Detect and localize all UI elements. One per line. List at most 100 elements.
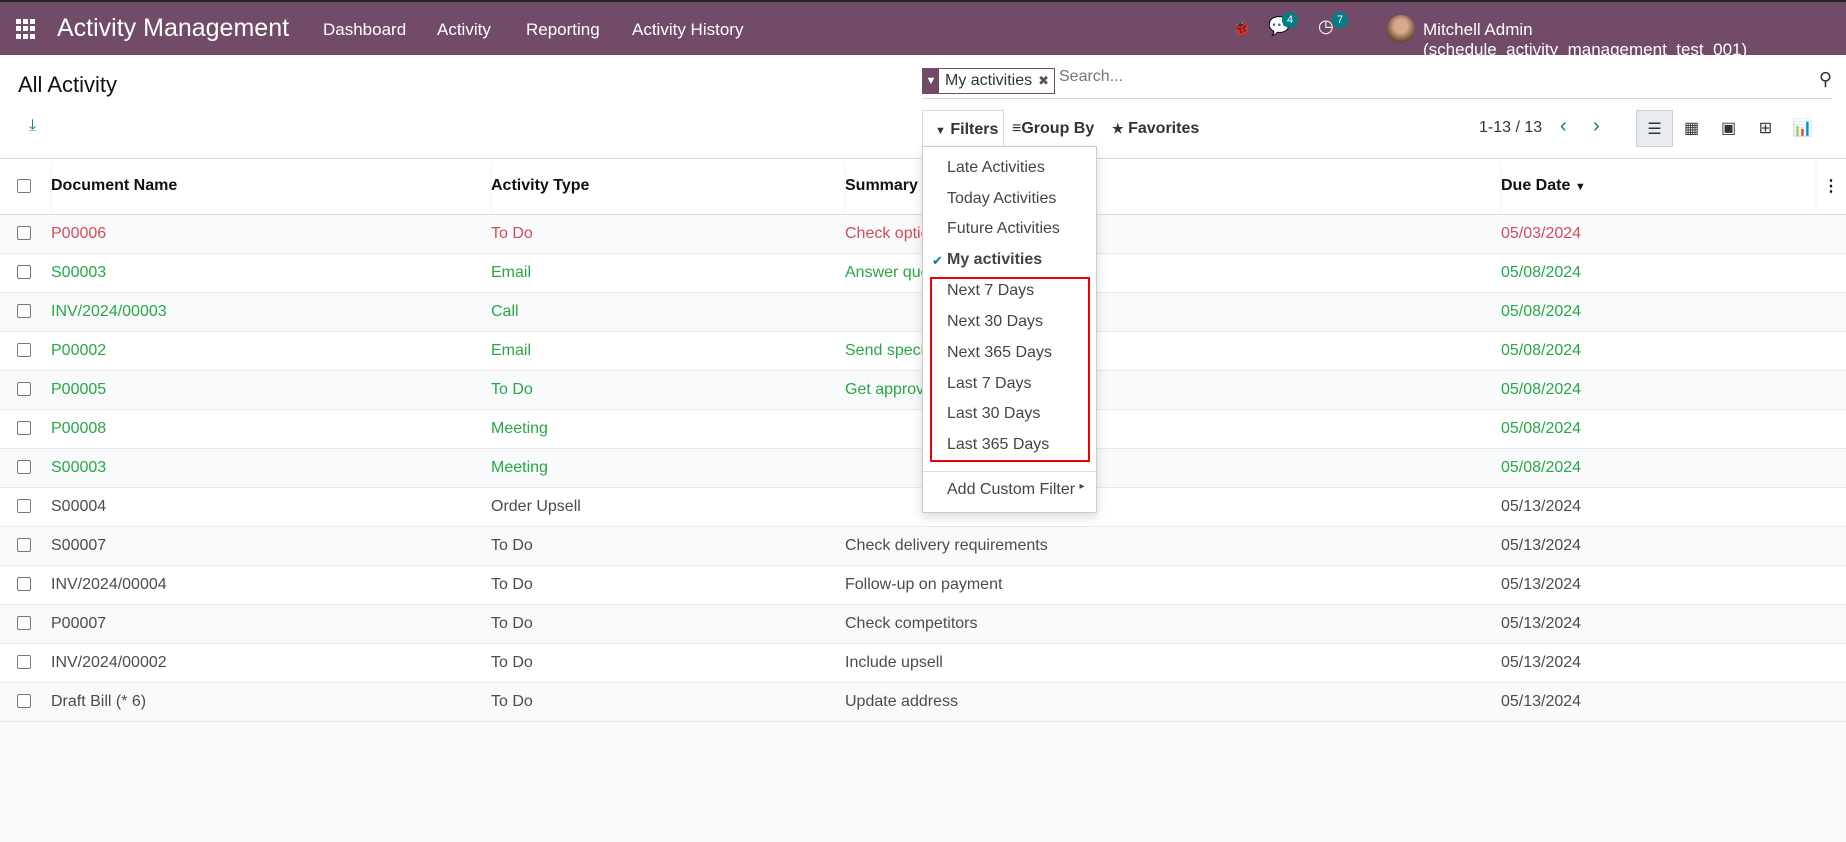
cell-activity-type[interactable]: Meeting — [491, 409, 845, 449]
cell-document-name[interactable]: P00006 — [51, 214, 491, 254]
filter-option[interactable]: Future Activities — [947, 220, 1060, 238]
cell-due-date[interactable]: 05/08/2024 — [1501, 331, 1816, 371]
favorites-button[interactable]: ★ Favorites — [1112, 110, 1199, 147]
app-title[interactable]: Activity Management — [57, 14, 289, 43]
add-custom-filter[interactable]: Add Custom Filter ▸ — [947, 481, 1085, 499]
calendar-view-icon[interactable]: ▦ — [1673, 110, 1710, 147]
cell-due-date[interactable]: 05/08/2024 — [1501, 448, 1816, 488]
cell-due-date[interactable]: 05/13/2024 — [1501, 682, 1816, 722]
messages-icon[interactable]: 💬 4 — [1268, 12, 1299, 37]
cell-activity-type[interactable]: To Do — [491, 682, 845, 722]
search-input[interactable] — [1059, 68, 1659, 86]
avatar[interactable] — [1387, 15, 1415, 43]
column-due-date[interactable]: Due Date ▼ — [1501, 159, 1816, 215]
cell-activity-type[interactable]: To Do — [491, 604, 845, 644]
cell-document-name[interactable]: S00007 — [51, 526, 491, 566]
row-checkbox[interactable] — [17, 616, 31, 631]
cell-summary[interactable]: Include upsell — [845, 643, 1501, 683]
cell-document-name[interactable]: S00003 — [51, 253, 491, 293]
pivot-view-icon[interactable]: ⊞ — [1747, 110, 1784, 147]
row-checkbox[interactable] — [17, 460, 31, 475]
select-all-checkbox[interactable] — [17, 179, 31, 194]
table-row[interactable]: Draft Bill (* 6) To Do Update address 05… — [0, 682, 1846, 722]
cell-summary[interactable]: Follow-up on payment — [845, 565, 1501, 605]
download-icon[interactable]: ⤓ — [29, 117, 36, 135]
cell-due-date[interactable]: 05/13/2024 — [1501, 526, 1816, 566]
cell-due-date[interactable]: 05/08/2024 — [1501, 253, 1816, 293]
row-checkbox[interactable] — [17, 382, 31, 397]
row-checkbox[interactable] — [17, 265, 31, 280]
cell-document-name[interactable]: S00003 — [51, 448, 491, 488]
cell-document-name[interactable]: INV/2024/00002 — [51, 643, 491, 683]
table-row[interactable]: INV/2024/00004 To Do Follow-up on paymen… — [0, 565, 1846, 605]
cell-document-name[interactable]: P00005 — [51, 370, 491, 410]
search-icon[interactable]: ⚲ — [1819, 69, 1832, 90]
table-row[interactable]: INV/2024/00002 To Do Include upsell 05/1… — [0, 643, 1846, 683]
menu-reporting[interactable]: Reporting — [526, 20, 600, 40]
cell-activity-type[interactable]: Call — [491, 292, 845, 332]
menu-activity[interactable]: Activity — [437, 20, 491, 40]
cell-document-name[interactable]: INV/2024/00003 — [51, 292, 491, 332]
cell-activity-type[interactable]: To Do — [491, 214, 845, 254]
star-icon: ★ — [1112, 121, 1124, 136]
filter-option[interactable]: Today Activities — [947, 190, 1056, 208]
pager-previous-icon[interactable]: ‹ — [1560, 115, 1567, 138]
column-document-name[interactable]: Document Name — [51, 159, 491, 215]
cell-document-name[interactable]: P00007 — [51, 604, 491, 644]
cell-due-date[interactable]: 05/08/2024 — [1501, 292, 1816, 332]
cell-due-date[interactable]: 05/13/2024 — [1501, 565, 1816, 605]
cell-document-name[interactable]: S00004 — [51, 487, 491, 527]
row-checkbox[interactable] — [17, 421, 31, 436]
cell-document-name[interactable]: INV/2024/00004 — [51, 565, 491, 605]
row-checkbox[interactable] — [17, 577, 31, 592]
cell-activity-type[interactable]: Meeting — [491, 448, 845, 488]
kanban-view-icon[interactable]: ▣ — [1710, 110, 1747, 147]
graph-view-icon[interactable]: 📊 — [1784, 110, 1821, 147]
cell-due-date[interactable]: 05/13/2024 — [1501, 487, 1816, 527]
filter-option[interactable]: Late Activities — [947, 159, 1045, 177]
user-menu[interactable]: Mitchell Admin (schedule_activity_manage… — [1423, 20, 1846, 60]
row-checkbox[interactable] — [17, 499, 31, 514]
row-checkbox[interactable] — [17, 304, 31, 319]
cell-activity-type[interactable]: Email — [491, 331, 845, 371]
cell-activity-type[interactable]: To Do — [491, 565, 845, 605]
row-checkbox[interactable] — [17, 226, 31, 241]
cell-document-name[interactable]: Draft Bill (* 6) — [51, 682, 491, 722]
cell-document-name[interactable]: P00002 — [51, 331, 491, 371]
row-checkbox[interactable] — [17, 694, 31, 709]
cell-due-date[interactable]: 05/13/2024 — [1501, 643, 1816, 683]
cell-activity-type[interactable]: Email — [491, 253, 845, 293]
cell-summary[interactable]: Check competitors — [845, 604, 1501, 644]
group-by-button[interactable]: ≡Group By — [1012, 110, 1094, 147]
cell-summary[interactable]: Update address — [845, 682, 1501, 722]
cell-activity-type[interactable]: To Do — [491, 643, 845, 683]
cell-due-date[interactable]: 05/03/2024 — [1501, 214, 1816, 254]
filter-option[interactable]: My activities — [947, 251, 1042, 269]
add-custom-filter-label: Add Custom Filter — [947, 481, 1076, 498]
cell-activity-type[interactable]: To Do — [491, 370, 845, 410]
cell-due-date[interactable]: 05/13/2024 — [1501, 604, 1816, 644]
optional-columns-icon[interactable]: ⋮ — [1816, 159, 1846, 215]
table-row[interactable]: P00007 To Do Check competitors 05/13/202… — [0, 604, 1846, 644]
pager-next-icon[interactable]: › — [1593, 115, 1600, 138]
cell-activity-type[interactable]: To Do — [491, 526, 845, 566]
cell-document-name[interactable]: P00008 — [51, 409, 491, 449]
debug-bug-icon[interactable]: 🐞 — [1232, 19, 1251, 37]
row-checkbox[interactable] — [17, 343, 31, 358]
cell-summary[interactable]: Check delivery requirements — [845, 526, 1501, 566]
filters-button[interactable]: ▼ Filters — [922, 110, 1004, 148]
cell-activity-type[interactable]: Order Upsell — [491, 487, 845, 527]
row-checkbox[interactable] — [17, 538, 31, 553]
menu-activity-history[interactable]: Activity History — [632, 20, 743, 40]
table-row[interactable]: S00007 To Do Check delivery requirements… — [0, 526, 1846, 566]
apps-menu-icon[interactable] — [16, 19, 36, 39]
list-view-icon[interactable]: ☰ — [1636, 110, 1673, 147]
menu-dashboard[interactable]: Dashboard — [323, 20, 406, 40]
row-checkbox[interactable] — [17, 655, 31, 670]
cell-due-date[interactable]: 05/08/2024 — [1501, 409, 1816, 449]
cell-due-date[interactable]: 05/08/2024 — [1501, 370, 1816, 410]
activities-clock-icon[interactable]: ◷ 7 — [1318, 12, 1349, 37]
column-activity-type[interactable]: Activity Type — [491, 159, 845, 215]
pager-value[interactable]: 1-13 / 13 — [1479, 119, 1542, 137]
facet-remove-icon[interactable]: ✖ — [1038, 69, 1054, 93]
